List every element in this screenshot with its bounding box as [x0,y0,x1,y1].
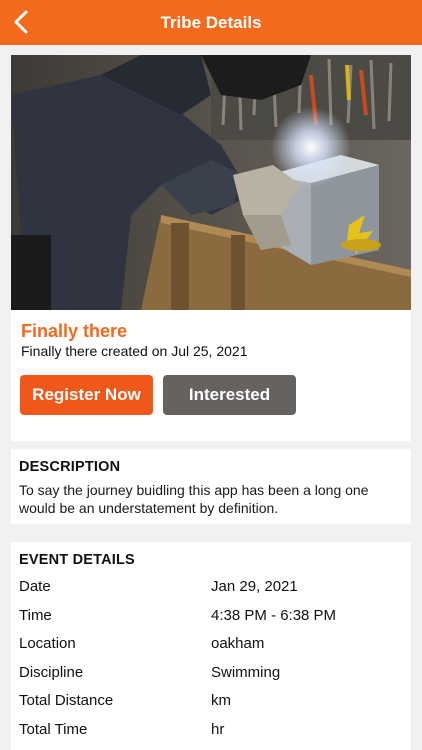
detail-row-location: Location oakham [19,635,264,655]
detail-label: Location [19,635,76,652]
detail-row-discipline: Discipline Swimming [19,664,280,684]
detail-value: hr [211,720,225,738]
description-text: To say the journey buidling this app has… [19,482,369,516]
detail-value: oakham [211,635,265,652]
event-image [11,55,411,310]
detail-row-total-distance: Total Distance km [19,692,231,712]
detail-label: Time [19,606,52,624]
event-details-card: EVENT DETAILS Date Jan 29, 2021 Time 4:3… [11,542,411,750]
event-card: Finally there Finally there created on J… [11,55,411,441]
detail-value: Swimming [211,663,281,681]
event-created-text: Finally there created on Jul 25, 2021 [21,343,248,359]
back-button[interactable] [6,7,36,37]
detail-row-time: Time 4:38 PM - 6:38 PM [19,607,336,627]
register-now-button[interactable]: Register Now [20,375,153,415]
event-details-heading: EVENT DETAILS [19,552,135,568]
welding-photo [11,55,411,310]
detail-label: Date [19,578,51,595]
detail-value: Jan 29, 2021 [211,578,298,595]
detail-row-date: Date Jan 29, 2021 [19,578,298,598]
page-title: Tribe Details [160,12,262,32]
description-heading: DESCRIPTION [19,459,121,475]
chevron-left-icon [14,10,28,34]
top-nav-bar: Tribe Details [0,0,422,45]
detail-value: 4:38 PM - 6:38 PM [211,606,337,624]
detail-row-total-time: Total Time hr [19,721,224,741]
interested-button[interactable]: Interested [163,375,296,415]
detail-value: km [211,692,231,709]
detail-label: Total Time [19,720,88,738]
description-card: DESCRIPTION To say the journey buidling … [11,449,411,524]
event-title: Finally there [21,321,128,341]
detail-label: Total Distance [19,692,114,709]
detail-label: Discipline [19,663,84,681]
